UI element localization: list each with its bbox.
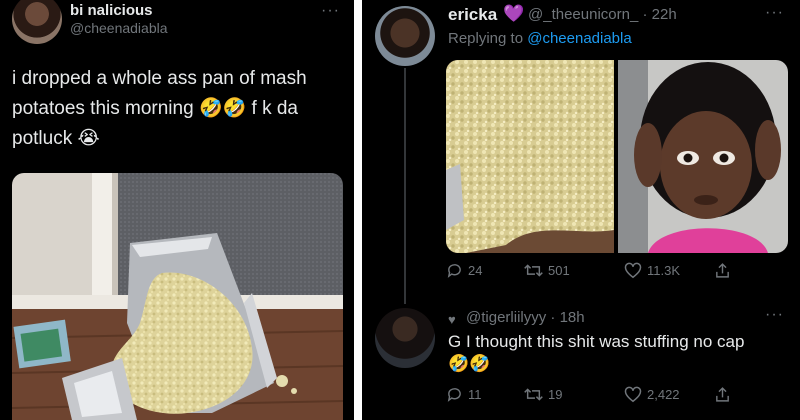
retweet-icon bbox=[524, 388, 543, 401]
user-handle[interactable]: @tigerliilyyy bbox=[466, 309, 546, 326]
share-action[interactable] bbox=[714, 262, 731, 279]
user-handle-time[interactable]: @tigerliilyyy · 18h bbox=[466, 309, 585, 326]
retweet-action[interactable]: 501 bbox=[524, 262, 570, 279]
more-options-icon[interactable]: ··· bbox=[765, 4, 784, 22]
retweet-icon bbox=[524, 264, 543, 277]
replying-to-label: Replying to bbox=[448, 30, 528, 47]
display-name[interactable]: ericka bbox=[448, 5, 497, 25]
reply-count: 11 bbox=[468, 387, 482, 402]
reply-text: G I thought this shit was stuffing no ca… bbox=[448, 332, 745, 351]
avatar[interactable] bbox=[375, 308, 435, 368]
reply-icon bbox=[447, 388, 461, 402]
purple-heart-icon: 💜 bbox=[503, 4, 525, 23]
thread-connector-line bbox=[404, 68, 406, 304]
like-action[interactable]: 11.3K bbox=[624, 262, 680, 279]
avatar[interactable] bbox=[375, 6, 435, 66]
tweet-time[interactable]: · 22h bbox=[642, 6, 676, 23]
surprised-girl-image bbox=[618, 60, 788, 253]
user-handle[interactable]: @_theeunicorn_ bbox=[528, 6, 638, 23]
avatar[interactable] bbox=[12, 0, 62, 44]
like-count: 2,422 bbox=[647, 387, 680, 402]
user-handle[interactable]: @cheenadiabla bbox=[70, 20, 168, 36]
more-options-icon[interactable]: ··· bbox=[765, 306, 784, 324]
reply-icon bbox=[447, 264, 461, 278]
replying-to: Replying to @cheenadiabla bbox=[448, 30, 632, 47]
left-tweet-panel: bi nalicious @cheenadiabla ··· i dropped… bbox=[0, 0, 354, 420]
like-count: 11.3K bbox=[647, 263, 681, 278]
reply-count: 24 bbox=[468, 263, 483, 278]
replying-to-handle-link[interactable]: @cheenadiabla bbox=[527, 30, 631, 47]
mashed-potato-closeup-photo[interactable] bbox=[446, 60, 614, 253]
retweet-count: 501 bbox=[548, 263, 570, 278]
more-options-icon[interactable]: ··· bbox=[321, 2, 340, 20]
liked-by-heart-icon: ♥ bbox=[448, 312, 456, 327]
reply-photo-grid bbox=[446, 60, 788, 253]
share-icon bbox=[716, 263, 729, 278]
display-name[interactable]: bi nalicious bbox=[70, 2, 153, 19]
like-action[interactable]: 2,422 bbox=[624, 386, 680, 403]
tweet-photo[interactable] bbox=[12, 173, 343, 420]
retweet-count: 19 bbox=[548, 387, 563, 402]
spilled-mashed-potatoes-photo bbox=[12, 173, 343, 420]
mashed-potato-closeup-image bbox=[446, 60, 614, 253]
reply-thread-panel: ericka 💜 @_theeunicorn_ · 22h ··· Replyi… bbox=[362, 0, 800, 420]
tweet-text: i dropped a whole ass pan of mash potato… bbox=[12, 68, 307, 149]
tweet-time[interactable]: · 18h bbox=[550, 309, 584, 326]
heart-outline-icon bbox=[624, 262, 642, 279]
reply-action[interactable]: 11 bbox=[446, 386, 482, 403]
retweet-action[interactable]: 19 bbox=[524, 386, 562, 403]
reply-action[interactable]: 24 bbox=[446, 262, 482, 279]
share-action[interactable] bbox=[714, 386, 731, 403]
heart-outline-icon bbox=[624, 386, 642, 403]
user-handle-time[interactable]: @_theeunicorn_ · 22h bbox=[528, 6, 677, 23]
reply-emoji: 🤣🤣 bbox=[448, 354, 491, 373]
surprised-girl-photo[interactable] bbox=[618, 60, 788, 253]
share-icon bbox=[716, 387, 729, 402]
